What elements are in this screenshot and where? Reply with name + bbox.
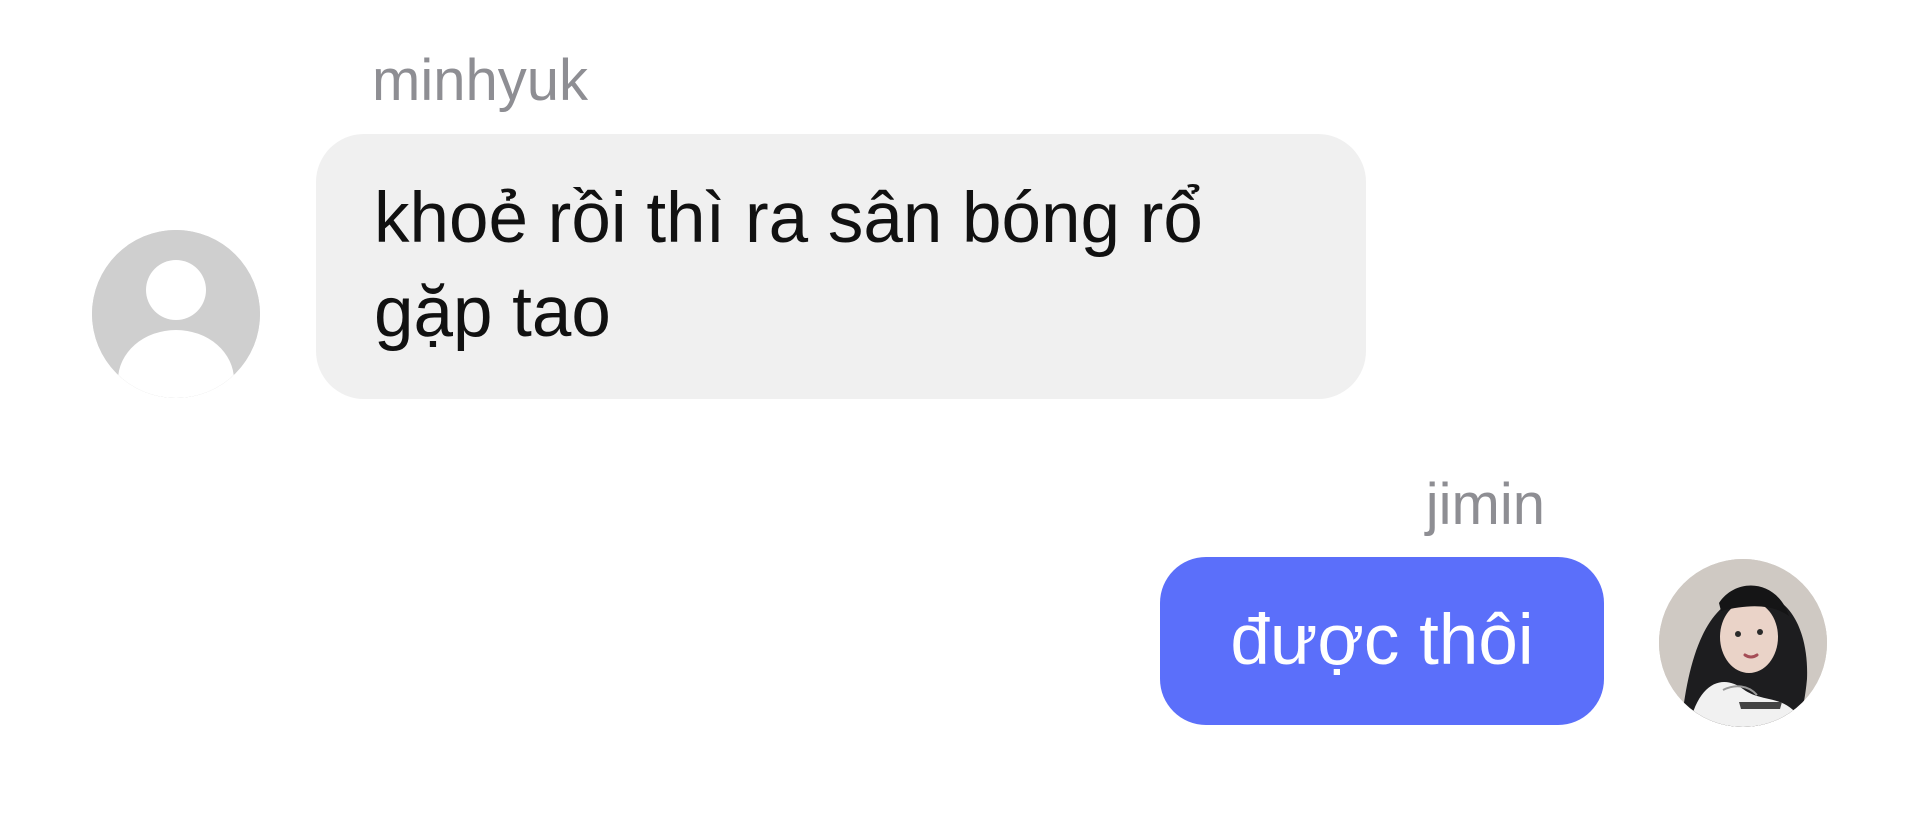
message-bubble-outgoing[interactable]: được thôi xyxy=(1160,557,1604,725)
user-photo-avatar[interactable] xyxy=(1659,559,1827,727)
sender-name-minhyuk: minhyuk xyxy=(372,48,588,113)
message-bubble-incoming[interactable]: khoẻ rồi thì ra sân bóng rổ gặp tao xyxy=(316,134,1366,399)
sender-name-jimin: jimin xyxy=(1425,472,1545,537)
default-person-icon[interactable] xyxy=(92,230,260,398)
